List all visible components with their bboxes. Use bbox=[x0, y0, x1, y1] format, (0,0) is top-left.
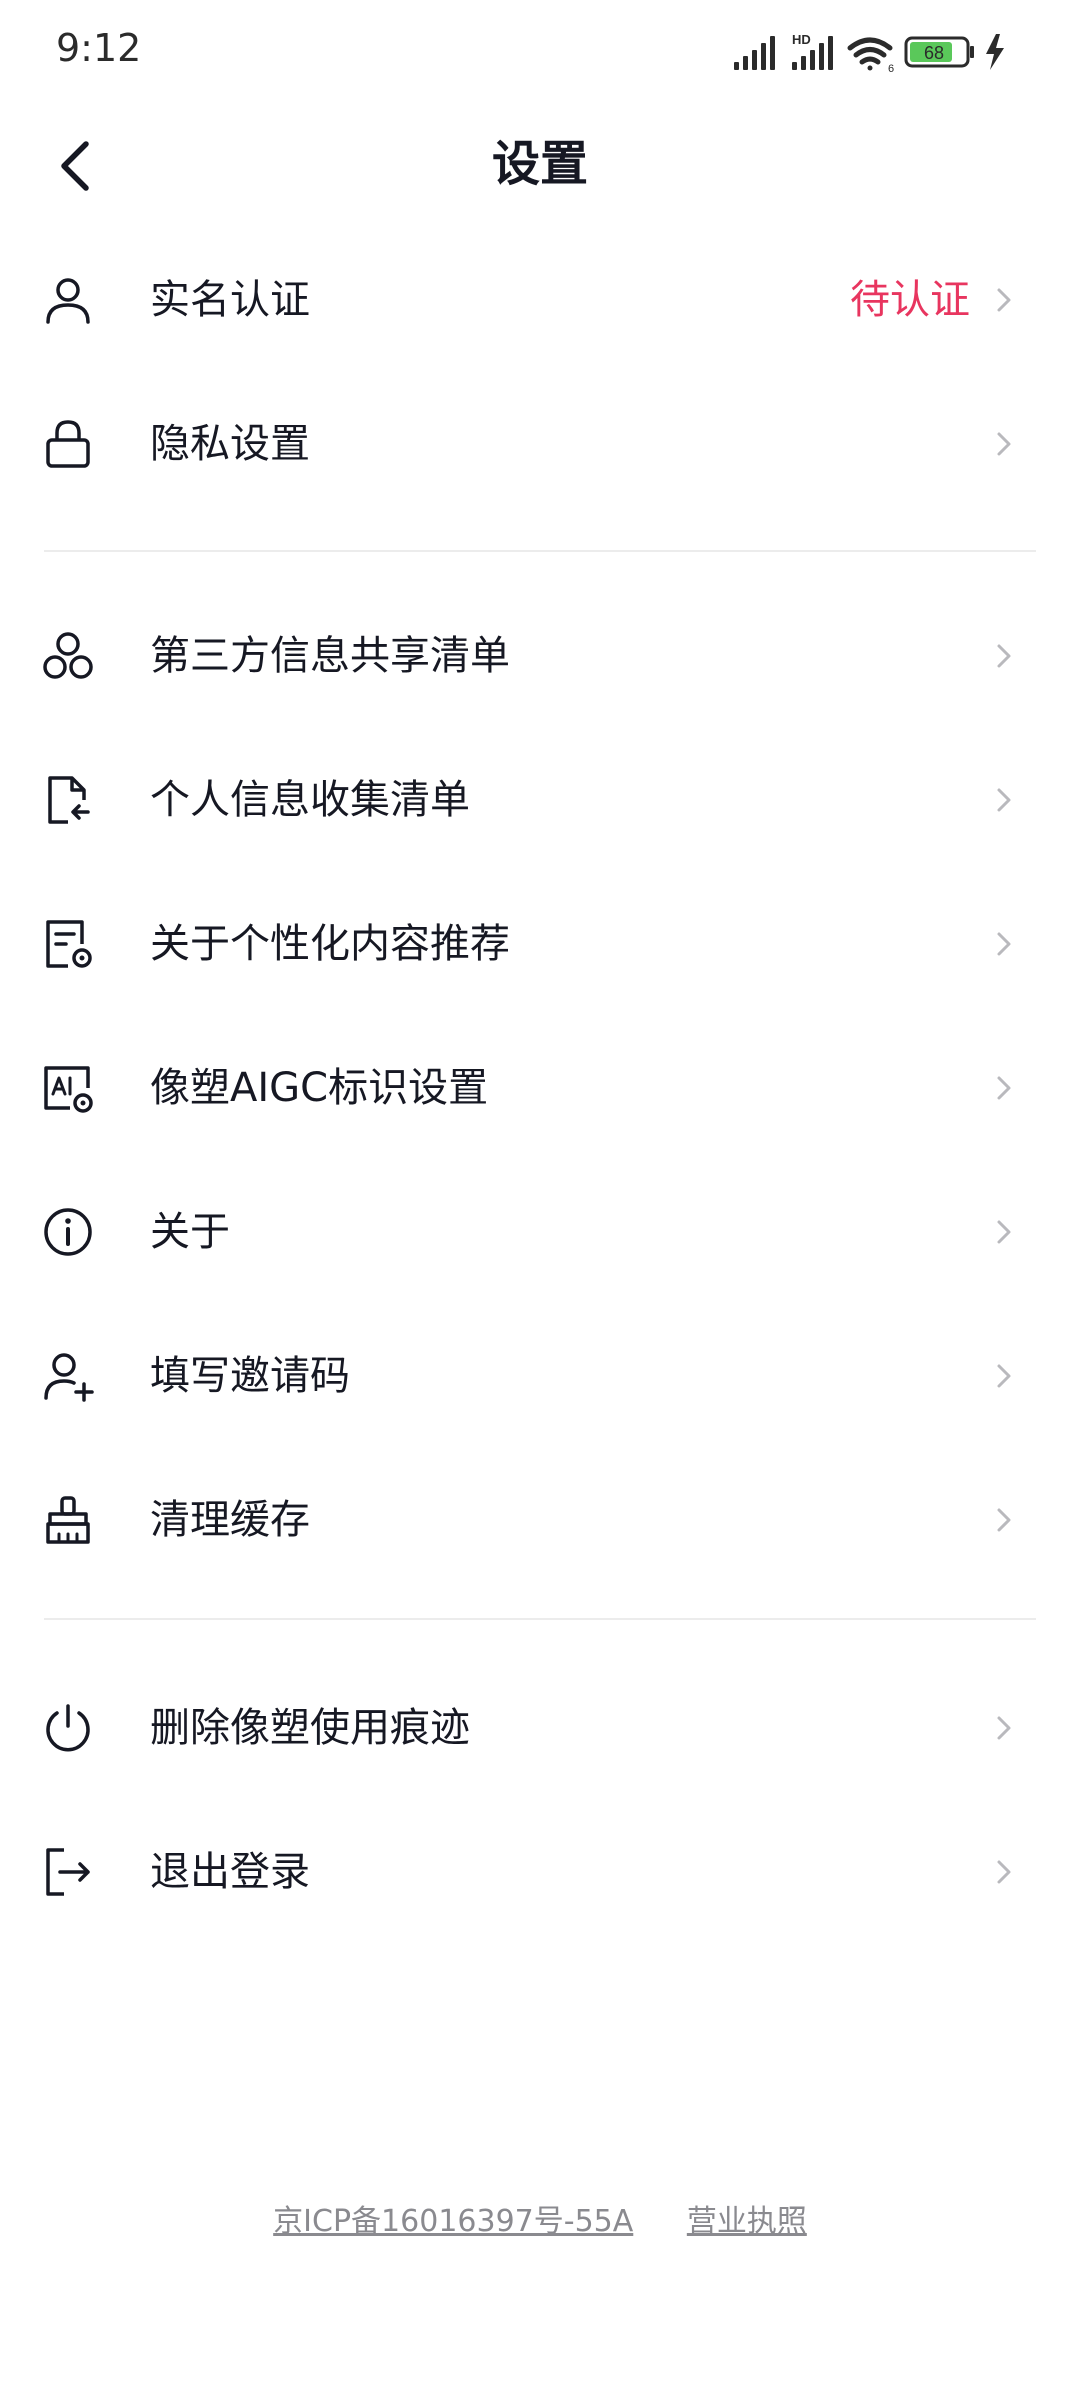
nav-bar: 设置 bbox=[0, 104, 1080, 224]
section-divider bbox=[44, 1618, 1036, 1620]
info-icon bbox=[44, 1208, 92, 1256]
row-label: 隐私设置 bbox=[150, 421, 310, 467]
row-real-name-verification[interactable]: 实名认证 待认证 bbox=[0, 228, 1080, 372]
row-delete-usage-traces[interactable]: 删除像塑使用痕迹 bbox=[0, 1656, 1080, 1800]
signal-hd-icon: HD bbox=[792, 32, 833, 70]
chevron-right-icon bbox=[997, 644, 1011, 668]
row-enter-invite-code[interactable]: 填写邀请码 bbox=[0, 1304, 1080, 1448]
row-label: 删除像塑使用痕迹 bbox=[150, 1705, 470, 1751]
chevron-right-icon bbox=[997, 932, 1011, 956]
row-label: 个人信息收集清单 bbox=[150, 777, 470, 823]
verification-status: 待认证 bbox=[850, 277, 970, 323]
row-about[interactable]: 关于 bbox=[0, 1160, 1080, 1304]
row-clear-cache[interactable]: 清理缓存 bbox=[0, 1448, 1080, 1592]
lock-icon bbox=[46, 420, 90, 468]
row-privacy-settings[interactable]: 隐私设置 bbox=[0, 372, 1080, 516]
business-license-link[interactable]: 营业执照 bbox=[687, 2204, 807, 2239]
charging-icon bbox=[986, 34, 1004, 70]
battery-icon: 68 bbox=[904, 36, 974, 68]
row-label: 第三方信息共享清单 bbox=[150, 633, 510, 679]
row-label: 像塑AIGC标识设置 bbox=[150, 1065, 489, 1111]
network-label: HD bbox=[792, 32, 811, 47]
add-user-icon bbox=[44, 1353, 94, 1402]
status-icons: HD 6 68 bbox=[734, 32, 1004, 74]
icp-link[interactable]: 京ICP备16016397号-55A bbox=[273, 2204, 633, 2239]
row-personalized-recommendation[interactable]: 关于个性化内容推荐 bbox=[0, 872, 1080, 1016]
battery-level: 68 bbox=[924, 43, 944, 63]
row-label: 实名认证 bbox=[150, 277, 310, 323]
row-label: 退出登录 bbox=[150, 1849, 310, 1895]
brush-icon bbox=[46, 1496, 90, 1544]
share-nodes-icon bbox=[43, 632, 93, 679]
row-label: 清理缓存 bbox=[150, 1497, 310, 1543]
chevron-right-icon bbox=[997, 1860, 1011, 1884]
row-third-party-sharing-list[interactable]: 第三方信息共享清单 bbox=[0, 584, 1080, 728]
document-settings-icon bbox=[46, 920, 92, 968]
wifi-icon bbox=[847, 37, 893, 71]
chevron-right-icon bbox=[997, 1716, 1011, 1740]
power-icon bbox=[46, 1704, 90, 1752]
document-return-icon bbox=[48, 776, 90, 824]
chevron-right-icon bbox=[997, 1508, 1011, 1532]
chevron-right-icon bbox=[997, 788, 1011, 812]
chevron-right-icon bbox=[997, 1076, 1011, 1100]
ai-label-icon bbox=[44, 1066, 93, 1113]
signal-icon bbox=[734, 36, 775, 70]
row-label: 填写邀请码 bbox=[150, 1353, 350, 1399]
status-time: 9:12 bbox=[56, 26, 142, 70]
svg-text:6: 6 bbox=[888, 63, 894, 74]
row-label: 关于个性化内容推荐 bbox=[150, 921, 510, 967]
section-divider bbox=[44, 550, 1036, 552]
chevron-right-icon bbox=[997, 1364, 1011, 1388]
row-aigc-label-settings[interactable]: 像塑AIGC标识设置 bbox=[0, 1016, 1080, 1160]
row-label: 关于 bbox=[150, 1209, 230, 1255]
chevron-right-icon bbox=[997, 1220, 1011, 1244]
chevron-right-icon bbox=[997, 288, 1011, 312]
footer: 京ICP备16016397号-55A 营业执照 bbox=[0, 2196, 1080, 2240]
chevron-right-icon bbox=[997, 432, 1011, 456]
page-title: 设置 bbox=[491, 136, 588, 192]
person-icon bbox=[46, 278, 90, 324]
row-personal-info-collection-list[interactable]: 个人信息收集清单 bbox=[0, 728, 1080, 872]
logout-icon bbox=[46, 1848, 90, 1896]
status-bar: 9:12 HD 6 68 bbox=[0, 0, 1080, 104]
row-logout[interactable]: 退出登录 bbox=[0, 1800, 1080, 1944]
